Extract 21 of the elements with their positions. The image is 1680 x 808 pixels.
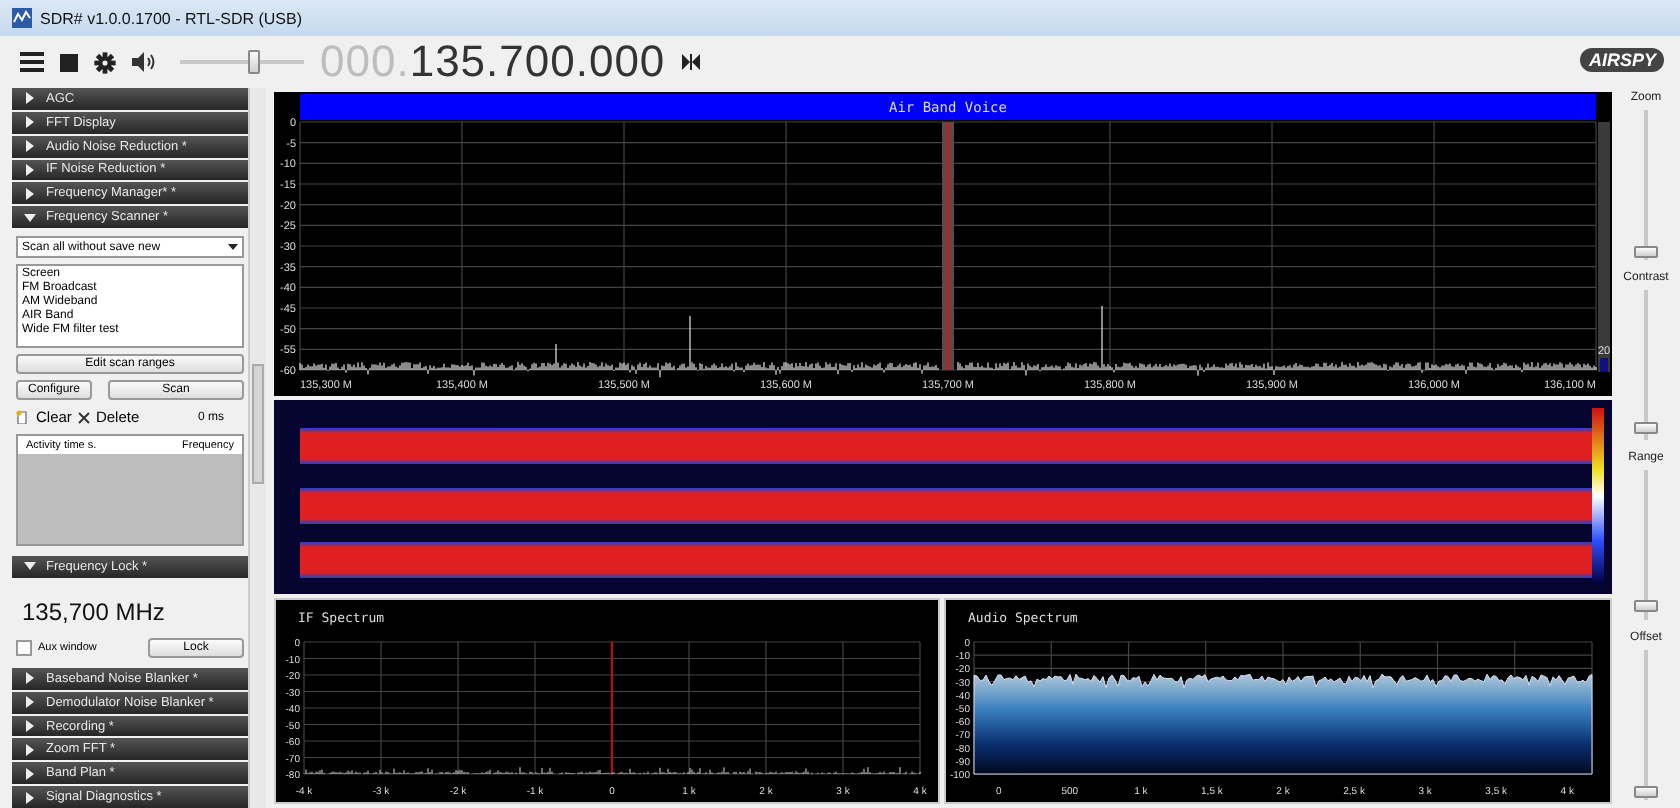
window-title: SDR# v1.0.0.1700 - RTL-SDR (USB) <box>40 9 303 27</box>
locked-frequency: 135,700 MHz <box>20 595 167 630</box>
collapse-arrow-icon <box>24 560 36 573</box>
document-icon[interactable] <box>16 410 30 425</box>
caret-icon <box>228 244 238 251</box>
logo: AIRSPY <box>1580 48 1664 72</box>
menu-icon[interactable] <box>20 51 44 73</box>
volume-slider[interactable] <box>180 50 304 74</box>
close-icon[interactable] <box>77 411 90 424</box>
frequency-display[interactable]: 135.700.000 <box>409 36 666 88</box>
app-icon <box>12 8 32 28</box>
collapse-arrow-icon <box>24 211 36 224</box>
swap-icon[interactable] <box>681 54 700 70</box>
stop-icon[interactable] <box>60 53 78 71</box>
speaker-icon[interactable] <box>132 52 156 72</box>
checkbox[interactable] <box>16 639 32 656</box>
waterfall-panel[interactable] <box>274 400 1612 594</box>
scrollbar[interactable] <box>248 88 266 808</box>
settings-icon[interactable] <box>94 51 116 73</box>
level-bar-fill <box>1600 358 1608 372</box>
center-marker <box>610 642 614 774</box>
